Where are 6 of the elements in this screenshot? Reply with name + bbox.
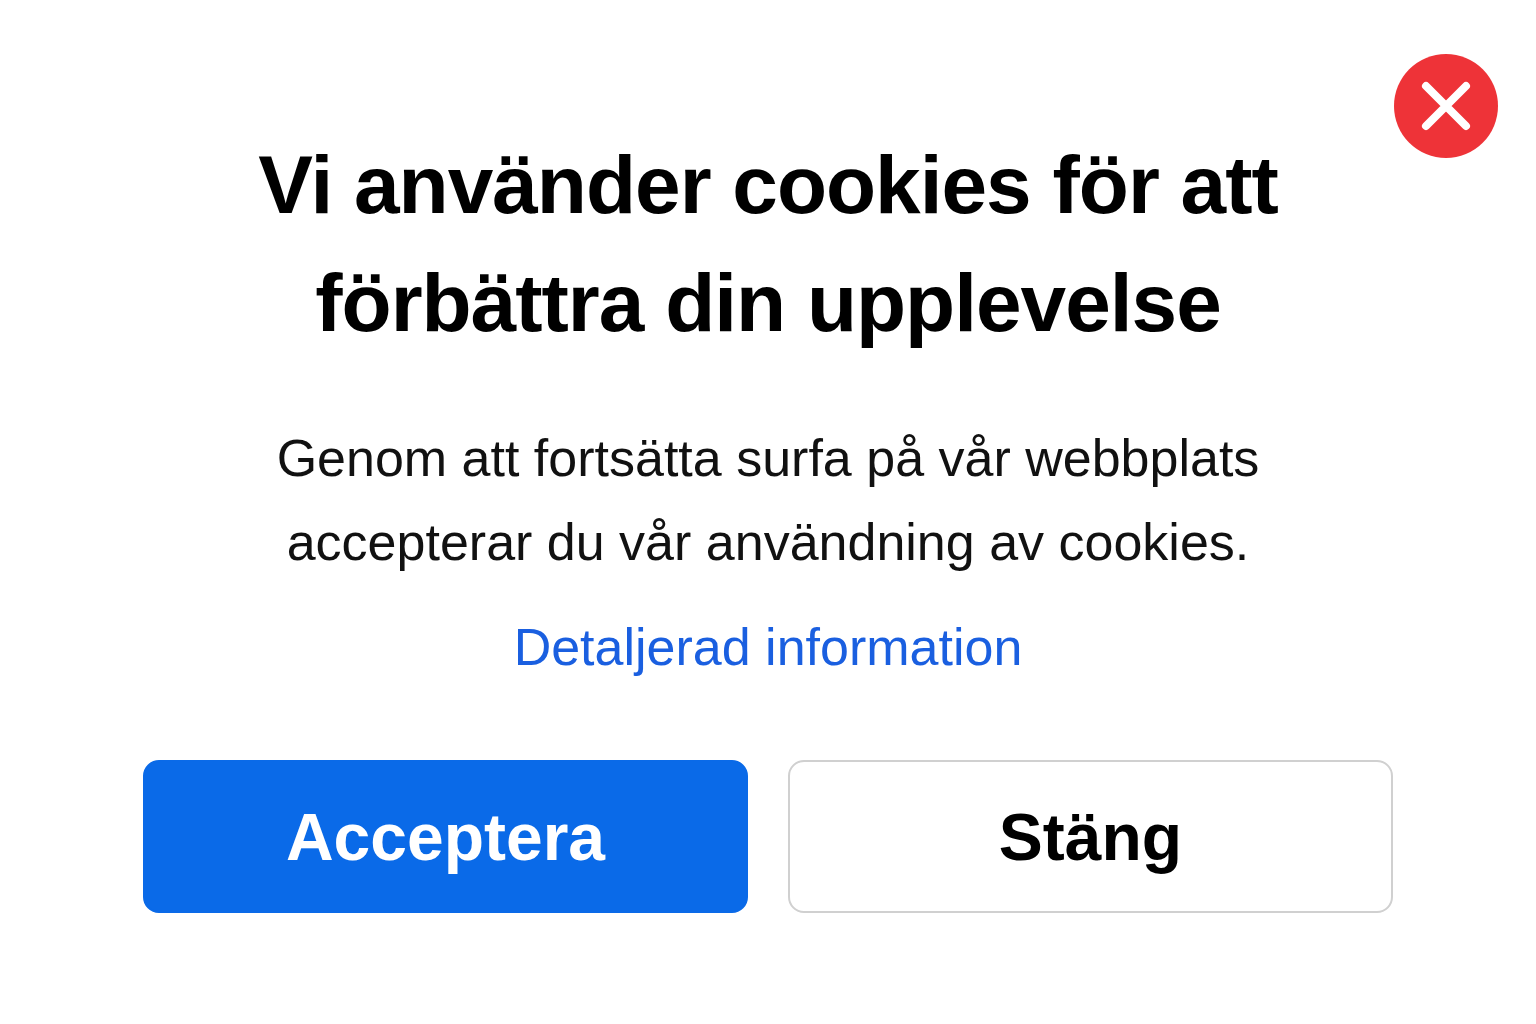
close-icon[interactable] [1393, 53, 1499, 159]
accept-button[interactable]: Acceptera [143, 760, 748, 913]
dialog-message: Genom att fortsätta surfa på vår webbplats accepterar du vår användning av cookies. [275, 428, 1261, 573]
close-button[interactable]: Stäng [788, 760, 1393, 913]
details-link[interactable]: Detaljerad information [513, 612, 1023, 682]
dialog-title: Vi använder cookies för att förbättra din upplevelse [257, 138, 1279, 350]
